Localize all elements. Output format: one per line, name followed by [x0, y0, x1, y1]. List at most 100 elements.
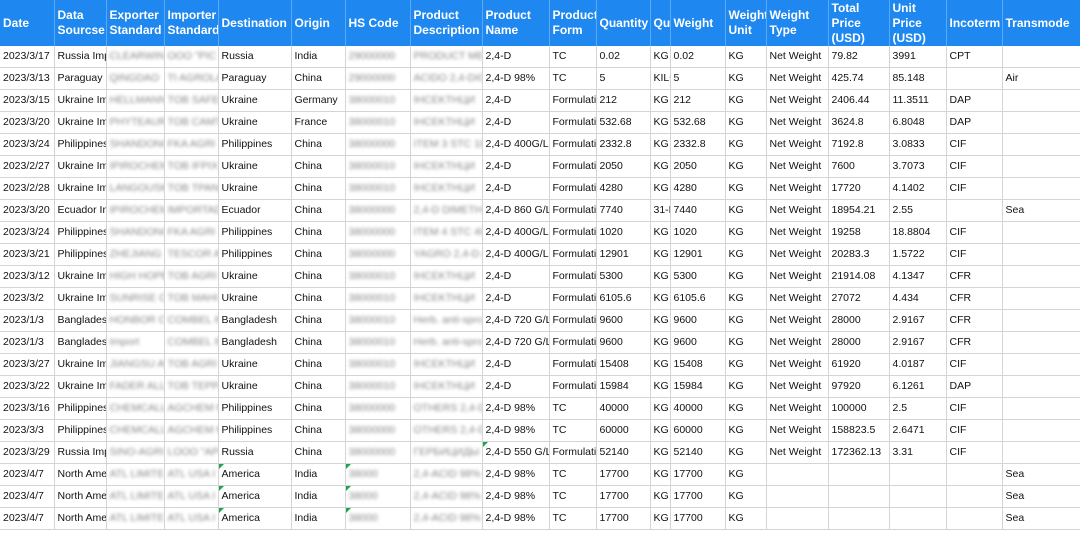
table-cell[interactable]	[1002, 133, 1080, 156]
table-cell[interactable]: Formulatic	[549, 111, 597, 134]
table-cell[interactable]	[1002, 177, 1080, 200]
table-cell[interactable]: 18.8804	[889, 221, 947, 244]
table-cell[interactable]: TI AGROLATIN	[164, 67, 219, 90]
table-cell[interactable]: 9600	[596, 309, 651, 332]
table-cell[interactable]: KG	[650, 331, 671, 354]
table-cell[interactable]: IHCEKTHЦИ	[410, 155, 483, 178]
table-cell[interactable]: TC	[549, 67, 597, 90]
table-cell[interactable]: 2.9167	[889, 331, 947, 354]
table-cell[interactable]: 2,4-D 550 G/L+	[482, 441, 550, 464]
column-header[interactable]: Weight Type	[766, 0, 829, 46]
table-cell[interactable]: KG	[650, 397, 671, 420]
table-cell[interactable]: AGCHEM M	[164, 397, 219, 420]
table-cell[interactable]: KG	[650, 133, 671, 156]
table-cell[interactable]: 4280	[670, 177, 726, 200]
table-cell[interactable]: 2,4-D 98%	[482, 397, 550, 420]
table-cell[interactable]: SHANDONG	[106, 221, 165, 244]
table-cell[interactable]: 2.9167	[889, 309, 947, 332]
table-cell[interactable]: KG	[725, 89, 767, 112]
table-cell[interactable]: Formulatic	[549, 199, 597, 222]
table-cell[interactable]: KG	[725, 221, 767, 244]
table-cell[interactable]: 12901	[596, 243, 651, 266]
table-cell[interactable]: Ukraine	[218, 111, 292, 134]
table-cell[interactable]: Formulatic	[549, 133, 597, 156]
table-cell[interactable]: Ukraine	[218, 375, 292, 398]
table-cell[interactable]: 2,4-D	[482, 177, 550, 200]
table-cell[interactable]: DAP	[946, 375, 1003, 398]
table-cell[interactable]: 2.6471	[889, 419, 947, 442]
table-cell[interactable]: 0.02	[670, 46, 726, 68]
table-cell[interactable]: Net Weight	[766, 309, 829, 332]
table-cell[interactable]: Net Weight	[766, 155, 829, 178]
table-cell[interactable]: CIF	[946, 419, 1003, 442]
table-cell[interactable]: Bangladesh	[218, 309, 292, 332]
table-cell[interactable]: 38000010	[345, 155, 411, 178]
table-cell[interactable]: 15984	[670, 375, 726, 398]
table-cell[interactable]: Philippines	[218, 397, 292, 420]
table-cell[interactable]: 20283.3	[828, 243, 890, 266]
table-cell[interactable]: QINGDAO	[106, 67, 165, 90]
table-cell[interactable]: 532.68	[596, 111, 651, 134]
table-cell[interactable]: LOOO "APO	[164, 441, 219, 464]
table-cell[interactable]: 2,4-D	[482, 155, 550, 178]
table-cell[interactable]: CFR	[946, 265, 1003, 288]
table-cell[interactable]: 2,4-ACID 98% F	[410, 485, 483, 508]
column-header[interactable]: Incoterm	[946, 0, 1003, 46]
table-cell[interactable]: SHANDONG	[106, 133, 165, 156]
table-cell[interactable]	[1002, 89, 1080, 112]
table-cell[interactable]: KG	[650, 309, 671, 332]
table-cell[interactable]: China	[291, 287, 346, 310]
table-cell[interactable]: Sea	[1002, 485, 1080, 508]
table-cell[interactable]: Net Weight	[766, 441, 829, 464]
table-cell[interactable]: CHEMCALL	[106, 419, 165, 442]
table-cell[interactable]: Sea	[1002, 507, 1080, 530]
table-cell[interactable]: CFR	[946, 309, 1003, 332]
table-cell[interactable]: 38000010	[345, 265, 411, 288]
table-cell[interactable]: KG	[650, 353, 671, 376]
table-cell[interactable]: Air	[1002, 67, 1080, 90]
table-cell[interactable]: 7600	[828, 155, 890, 178]
table-cell[interactable]: Net Weight	[766, 265, 829, 288]
table-cell[interactable]: 2023/2/28	[0, 177, 55, 200]
table-cell[interactable]: Ukraine	[218, 155, 292, 178]
table-cell[interactable]: China	[291, 375, 346, 398]
table-cell[interactable]: CHEMCALL	[106, 397, 165, 420]
table-cell[interactable]	[766, 485, 829, 508]
table-cell[interactable]: IHCEKTHЦИ	[410, 177, 483, 200]
table-cell[interactable]: Ukraine Imp	[54, 177, 107, 200]
table-cell[interactable]: 28000	[828, 309, 890, 332]
table-cell[interactable]: Sea	[1002, 463, 1080, 486]
table-cell[interactable]: KG	[650, 265, 671, 288]
table-cell[interactable]: 38000000	[345, 243, 411, 266]
table-cell[interactable]: ГЕРБИЦИДЫ	[410, 441, 483, 464]
table-cell[interactable]: CPT	[946, 46, 1003, 68]
table-cell[interactable]: Formulatic	[549, 331, 597, 354]
table-cell[interactable]: KG	[725, 309, 767, 332]
table-cell[interactable]	[1002, 111, 1080, 134]
table-cell[interactable]: Ecuador	[218, 199, 292, 222]
table-cell[interactable]	[1002, 375, 1080, 398]
table-cell[interactable]: Bangladesh	[54, 309, 107, 332]
table-cell[interactable]: KG	[650, 507, 671, 530]
table-cell[interactable]: 2023/3/17	[0, 46, 55, 68]
table-cell[interactable]: Germany	[291, 89, 346, 112]
table-cell[interactable]	[766, 463, 829, 486]
table-cell[interactable]: 172362.13	[828, 441, 890, 464]
table-cell[interactable]: 60000	[596, 419, 651, 442]
table-cell[interactable]: Herb. anti-spro	[410, 309, 483, 332]
table-cell[interactable]: CLEARWINTO	[106, 46, 165, 68]
table-cell[interactable]: KG	[650, 287, 671, 310]
table-cell[interactable]: 27072	[828, 287, 890, 310]
table-cell[interactable]	[1002, 265, 1080, 288]
table-cell[interactable]: CFR	[946, 287, 1003, 310]
table-cell[interactable]: 17700	[670, 463, 726, 486]
table-cell[interactable]: 2,4-D 400G/L	[482, 221, 550, 244]
table-cell[interactable]: Russia Imp	[54, 46, 107, 68]
table-cell[interactable]: KG	[650, 485, 671, 508]
table-cell[interactable]: KG	[650, 441, 671, 464]
table-cell[interactable]: 2023/3/21	[0, 243, 55, 266]
table-cell[interactable]: Formulatic	[549, 441, 597, 464]
column-header[interactable]: Unit Price (USD)	[889, 0, 947, 46]
table-cell[interactable]: Ukraine Imp	[54, 265, 107, 288]
table-cell[interactable]: 4280	[596, 177, 651, 200]
